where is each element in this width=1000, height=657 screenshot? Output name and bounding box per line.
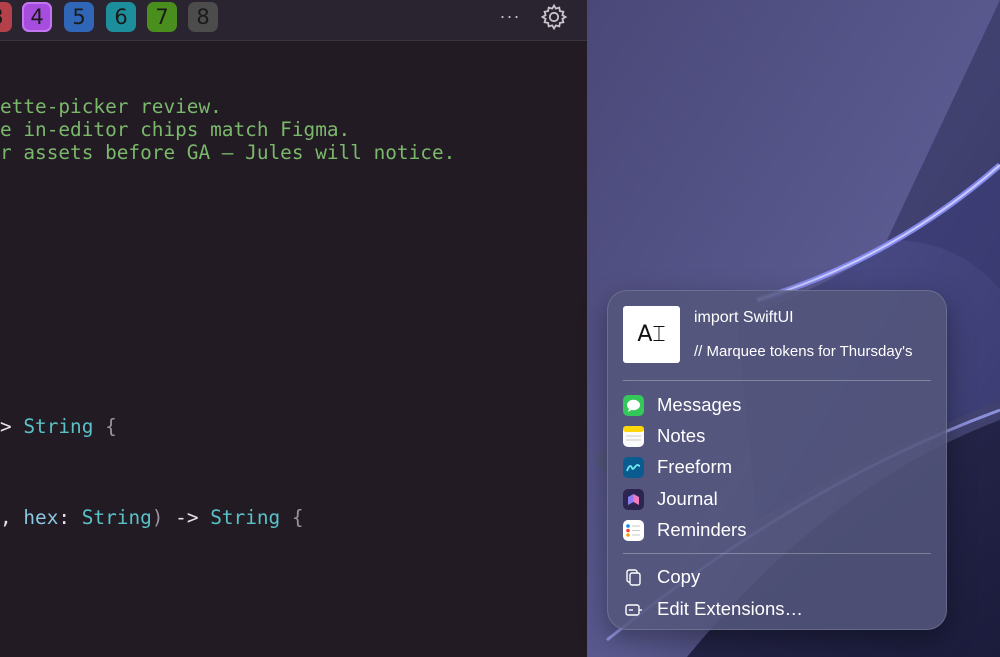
code-line: , hex: String) -> String {	[0, 506, 304, 530]
preview-subtitle: // Marquee tokens for Thursday's	[694, 343, 913, 360]
tab-6[interactable]: 6	[106, 2, 136, 32]
share-messages[interactable]: Messages	[623, 391, 931, 419]
menu-divider	[623, 380, 931, 381]
code-comment-line: r assets before GA — Jules will notice.	[0, 141, 456, 164]
reminders-icon	[623, 520, 644, 541]
code-editor-window: 3 4 5 6 7 8 ··· ette-picker review. e in…	[0, 0, 587, 657]
tab-8[interactable]: 8	[188, 2, 218, 32]
tab-7[interactable]: 7	[147, 2, 177, 32]
copy-label: Copy	[657, 566, 701, 587]
code-token: >	[0, 415, 24, 438]
code-token: String	[23, 415, 94, 438]
menu-divider	[623, 553, 931, 554]
share-freeform[interactable]: Freeform	[623, 453, 931, 481]
messages-icon	[623, 395, 644, 416]
text-cursor-icon: A⌶	[637, 322, 666, 347]
code-area[interactable]: ette-picker review. e in-editor chips ma…	[0, 0, 455, 529]
code-token: String	[210, 506, 281, 529]
code-token: ,	[0, 506, 24, 529]
share-notes[interactable]: Notes	[623, 422, 931, 450]
document-thumbnail: A⌶	[623, 306, 680, 363]
code-token: ->	[163, 506, 211, 529]
code-token: {	[93, 415, 117, 438]
copy-menu-item[interactable]: Copy	[623, 563, 931, 591]
code-comment-line: e in-editor chips match Figma.	[0, 118, 351, 141]
share-reminders[interactable]: Reminders	[623, 516, 931, 544]
code-token: hex	[23, 506, 59, 529]
preview-title: import SwiftUI	[694, 309, 794, 326]
notes-icon	[623, 426, 644, 447]
extensions-icon	[623, 599, 644, 620]
code-comment-line: ette-picker review.	[0, 95, 222, 118]
code-token: )	[151, 506, 164, 529]
edit-extensions-label: Edit Extensions…	[657, 598, 804, 619]
freeform-icon	[623, 457, 644, 478]
share-journal-label: Journal	[657, 488, 718, 509]
share-notes-label: Notes	[657, 425, 706, 446]
share-journal[interactable]: Journal	[623, 485, 931, 513]
share-messages-label: Messages	[657, 394, 742, 415]
menu-pointer	[593, 447, 607, 475]
tab-bar: 3 4 5 6 7 8 ···	[0, 0, 587, 41]
more-options-icon[interactable]: ···	[499, 6, 521, 26]
share-freeform-label: Freeform	[657, 456, 733, 477]
code-token: :	[58, 506, 82, 529]
gear-icon[interactable]	[540, 3, 568, 31]
share-reminders-label: Reminders	[657, 519, 747, 540]
code-token: {	[280, 506, 304, 529]
code-token: String	[81, 506, 152, 529]
journal-icon	[623, 489, 644, 510]
copy-icon	[623, 567, 644, 588]
tab-5[interactable]: 5	[64, 2, 94, 32]
edit-extensions-menu-item[interactable]: Edit Extensions…	[623, 595, 931, 623]
share-menu: A⌶ import SwiftUI // Marquee tokens for …	[607, 290, 947, 630]
code-line: > String {	[0, 415, 117, 439]
